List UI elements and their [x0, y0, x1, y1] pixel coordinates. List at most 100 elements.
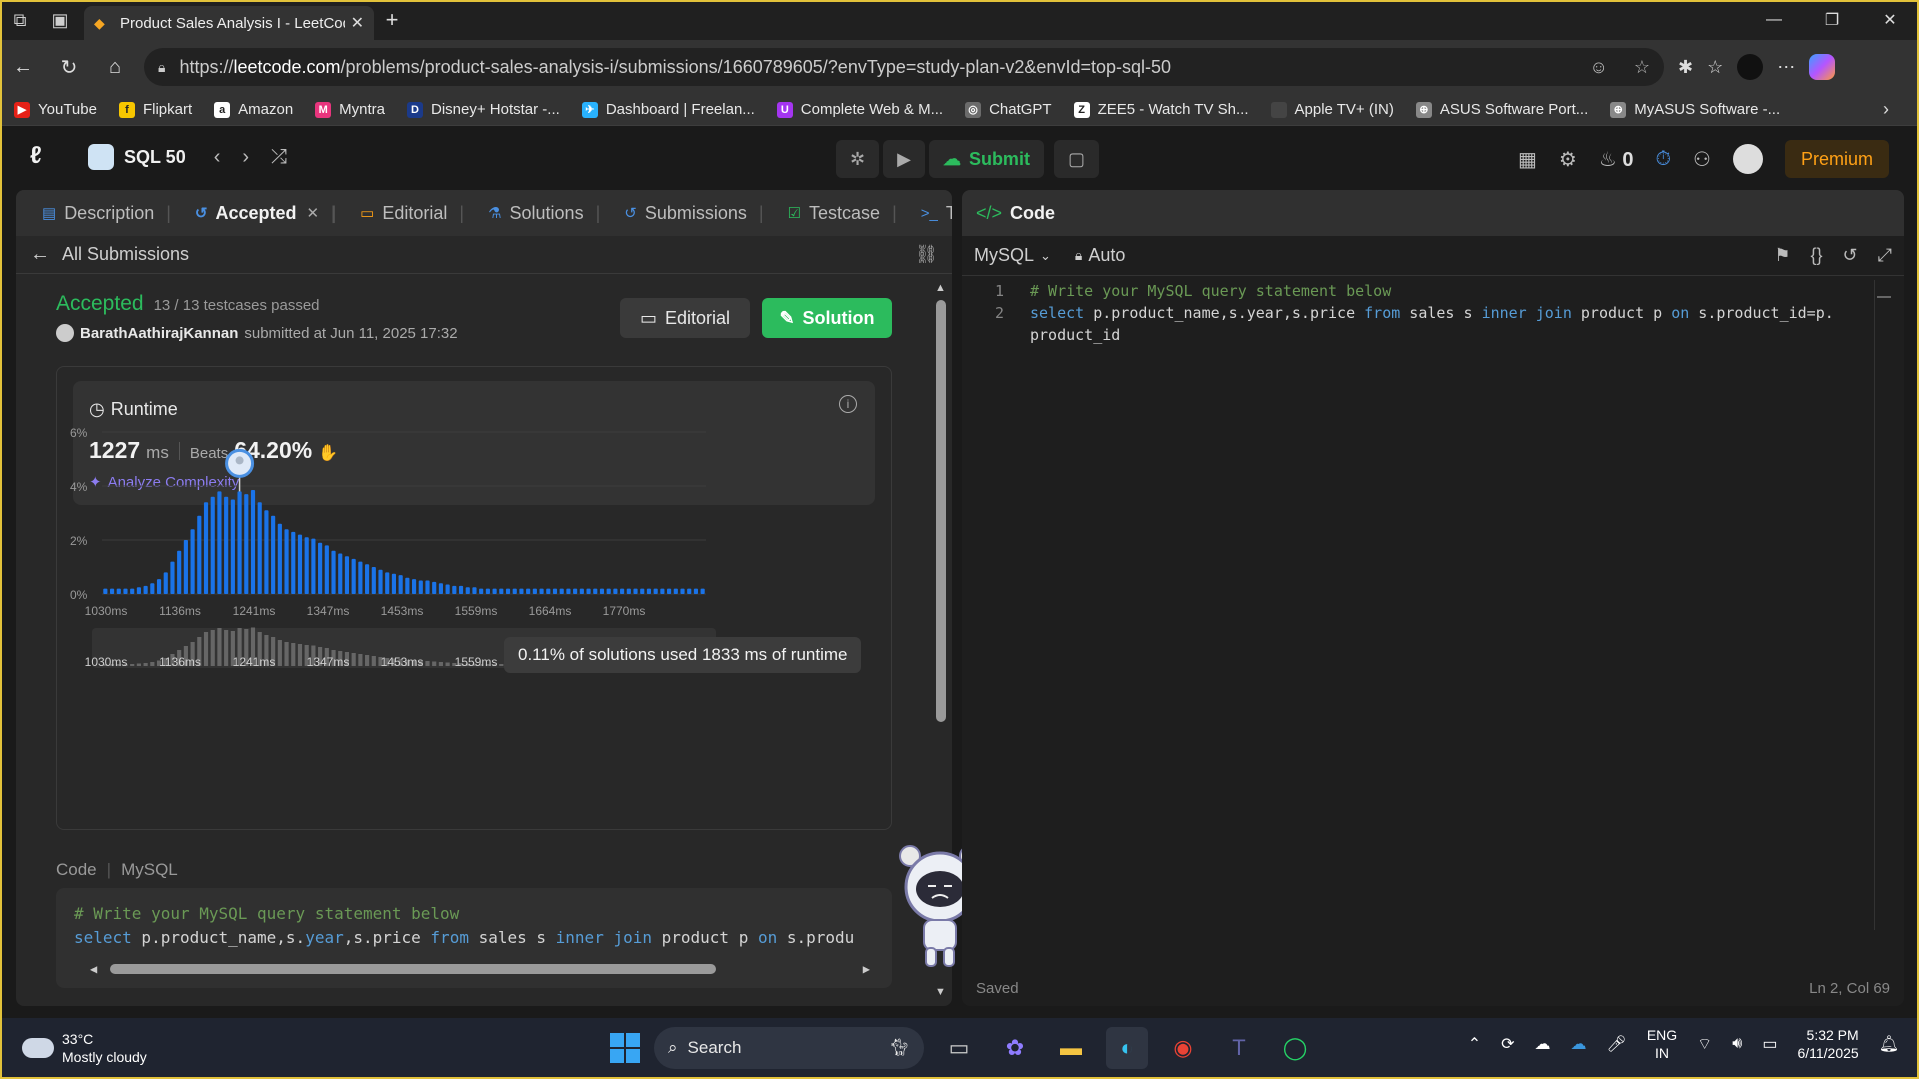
shuffle-icon[interactable]: ⤮	[271, 146, 287, 169]
favorites-icon[interactable]: ☆	[1707, 57, 1723, 78]
bookmark-item[interactable]: ◎ ChatGPT	[965, 101, 1052, 118]
scroll-right-icon[interactable]: ▶	[863, 962, 870, 976]
onedrive-blue-icon[interactable]: ☁	[1571, 1034, 1587, 1054]
scroll-down-icon[interactable]: ▼	[935, 986, 946, 998]
close-window-button[interactable]: ✕	[1861, 0, 1919, 40]
notifications-icon[interactable]: 🔔︎	[1879, 1034, 1899, 1054]
editor-line[interactable]: 2 select p.product_name,s.year,s.price fr…	[962, 302, 1904, 324]
timer-icon[interactable]: ⏱	[1655, 148, 1671, 171]
home-button[interactable]: ⌂	[92, 47, 138, 87]
bookmark-item[interactable]: a Amazon	[214, 101, 293, 118]
reset-icon[interactable]: ↺	[1843, 245, 1858, 266]
scroll-left-icon[interactable]: ◀	[90, 962, 97, 976]
mic-muted-icon[interactable]: 🎤︎	[1607, 1034, 1627, 1054]
close-tab-icon[interactable]: ✕	[351, 13, 364, 33]
refresh-button[interactable]: ↻	[46, 47, 92, 87]
code-editor[interactable]: 1 # Write your MySQL query statement belo…	[962, 280, 1904, 346]
notes-button[interactable]: ▢	[1053, 140, 1099, 178]
reader-icon[interactable]: ☺	[1589, 57, 1607, 78]
layout-icon[interactable]: ▦	[1518, 147, 1537, 172]
bookmark-item[interactable]: f Flipkart	[118, 101, 192, 118]
code-horizontal-scrollbar[interactable]: ◀ ▶	[90, 962, 870, 976]
add-friend-icon[interactable]: ⚇	[1693, 147, 1711, 172]
navigator-bar	[358, 654, 363, 666]
wifi-icon[interactable]: ⌔	[1697, 1034, 1712, 1054]
restore-button[interactable]: ❐	[1803, 0, 1861, 40]
sync-icon[interactable]: ⟳	[1501, 1034, 1514, 1054]
battery-icon[interactable]: ▭	[1762, 1034, 1777, 1054]
vertical-tabs-icon[interactable]: ▣	[40, 0, 80, 40]
bookmark-icon[interactable]: ⚑	[1774, 245, 1790, 266]
onedrive-icon[interactable]: ☁	[1535, 1034, 1551, 1054]
fullscreen-icon[interactable]: ⤢	[1878, 245, 1892, 266]
auto-mode-toggle[interactable]: 🔒︎ Auto	[1075, 245, 1125, 266]
premium-button[interactable]: Premium	[1784, 140, 1889, 178]
copilot-app-icon[interactable]: ✿	[994, 1027, 1036, 1069]
bookmark-item[interactable]: ▶ YouTube	[14, 101, 97, 118]
bookmark-item[interactable]: ✈ Dashboard | Freelan...	[581, 101, 755, 118]
bookmark-item[interactable]: U Complete Web & M...	[776, 101, 943, 118]
play-icon: ▶	[897, 148, 911, 169]
next-problem-icon[interactable]: ›	[242, 146, 249, 169]
new-tab-button[interactable]: +	[374, 7, 410, 33]
editor-overview-ruler[interactable]	[1874, 280, 1891, 930]
url-field[interactable]: 🔒︎ https://leetcode.com/problems/product…	[144, 48, 1664, 86]
show-hidden-icons[interactable]: ⌃	[1468, 1034, 1481, 1054]
study-plan-link[interactable]: SQL 50	[88, 144, 186, 170]
vscroll-thumb[interactable]	[936, 300, 946, 722]
ruler-mark	[1877, 296, 1891, 298]
runtime-distribution-chart[interactable]: 0% 2% 4% 6% 1030ms 1136ms 1241ms 1347ms 1453ms 15…	[16, 190, 952, 1006]
scroll-thumb[interactable]	[110, 964, 716, 974]
language-indicator[interactable]: ENG IN	[1647, 1026, 1677, 1062]
settings-gear-icon[interactable]: ⚙	[1559, 147, 1577, 172]
chart-bar	[472, 587, 477, 594]
bookmark-item[interactable]: D Disney+ Hotstar -...	[407, 101, 560, 118]
editor-line[interactable]: product_id	[962, 324, 1904, 346]
minimize-button[interactable]: —	[1745, 0, 1803, 40]
bookmark-item[interactable]: ⊕ ASUS Software Port...	[1415, 101, 1588, 118]
clock[interactable]: 5:32 PM 6/11/2025	[1797, 1026, 1858, 1062]
run-button[interactable]: ▶	[883, 140, 925, 178]
volume-icon[interactable]: 🔊︎	[1732, 1035, 1742, 1053]
bookmark-item[interactable]: ⊕ MyASUS Software -...	[1610, 101, 1780, 118]
format-braces-icon[interactable]: {}	[1810, 245, 1822, 266]
submit-button[interactable]: ☁ Submit	[928, 140, 1044, 178]
bookmark-item[interactable]: Z ZEE5 - Watch TV Sh...	[1073, 101, 1249, 118]
file-explorer-icon[interactable]: ▬	[1050, 1027, 1092, 1069]
teams-icon[interactable]: T	[1218, 1027, 1260, 1069]
browser-tab-active[interactable]: ◆ Product Sales Analysis I - LeetCod ✕	[84, 6, 374, 40]
bookmark-label: YouTube	[38, 101, 97, 118]
extensions-icon[interactable]: ✱	[1678, 57, 1693, 78]
navigator-tick-label: 1030ms	[85, 655, 128, 669]
workspaces-icon[interactable]: ⧉	[0, 0, 40, 40]
chart-bar	[183, 540, 188, 594]
chart-bar	[640, 588, 645, 594]
x-tick-label: 1136ms	[159, 604, 201, 618]
bookmark-item[interactable]: Apple TV+ (IN)	[1270, 101, 1394, 118]
site-info-icon[interactable]: 🔒︎	[158, 59, 165, 76]
back-button[interactable]: ←	[0, 47, 46, 87]
weather-widget[interactable]: 33°C Mostly cloudy	[22, 1030, 147, 1066]
start-button[interactable]	[610, 1033, 640, 1063]
chrome-icon[interactable]: ◉	[1162, 1027, 1204, 1069]
edge-browser-icon[interactable]: ◐	[1106, 1027, 1148, 1069]
editor-line[interactable]: 1 # Write your MySQL query statement belo…	[962, 280, 1904, 302]
prev-problem-icon[interactable]: ‹	[214, 146, 221, 169]
more-icon[interactable]: ⋯	[1777, 57, 1795, 78]
profile-icon[interactable]	[1737, 54, 1764, 80]
favorite-star-icon[interactable]: ☆	[1634, 57, 1650, 78]
task-view-icon[interactable]: ▭	[938, 1027, 980, 1069]
bookmark-item[interactable]: M Myntra	[315, 101, 385, 118]
whatsapp-icon[interactable]: ◯	[1274, 1027, 1316, 1069]
taskbar-search[interactable]: ⌕ Search 🐈︎	[654, 1027, 924, 1069]
copilot-icon[interactable]	[1809, 54, 1836, 80]
debug-button[interactable]: ✲	[836, 140, 880, 178]
user-avatar[interactable]	[1732, 144, 1763, 174]
more-bookmarks-icon[interactable]: ›	[1883, 99, 1889, 120]
scroll-up-icon[interactable]: ▲	[935, 282, 946, 294]
line-code: select p.product_name,s.year,s.price fro…	[1030, 302, 1834, 324]
streak-counter[interactable]: ♨ 0	[1599, 147, 1634, 172]
language-select[interactable]: MySQL ⌄	[974, 245, 1051, 266]
leetcode-logo-icon[interactable]: ℓ	[30, 142, 60, 172]
submitted-code-block[interactable]: # Write your MySQL query statement below…	[56, 888, 892, 988]
